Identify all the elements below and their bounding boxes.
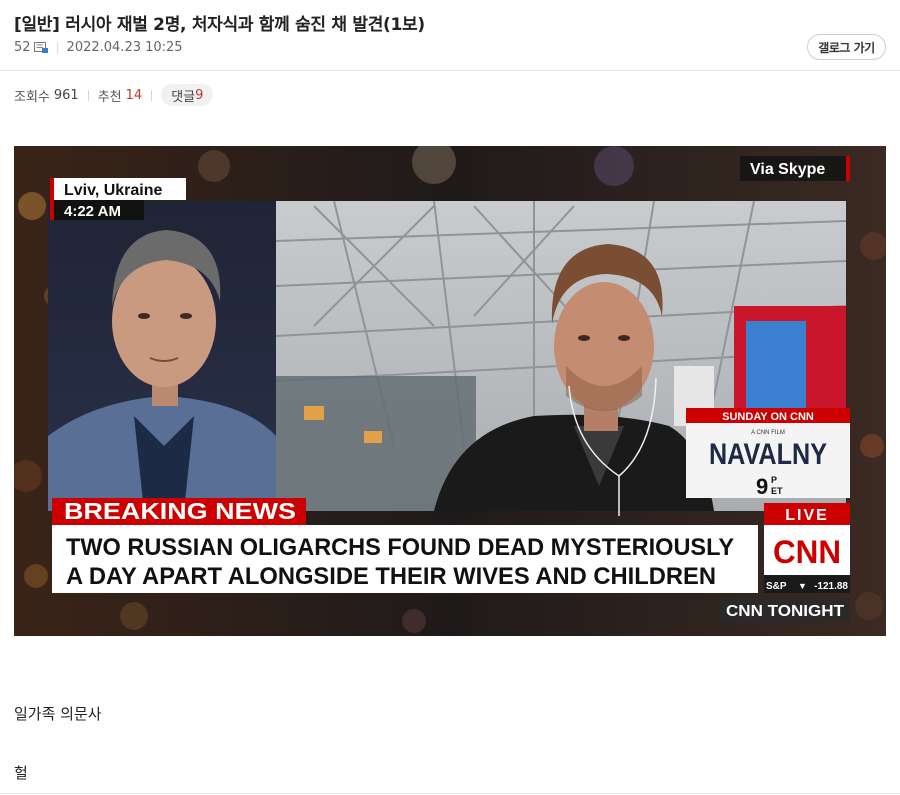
promo-small-label: A CNN FILM <box>751 430 785 436</box>
comments-count: 9 <box>195 87 204 103</box>
location-label: Lviv, Ukraine <box>64 182 163 199</box>
memo-count: 52 <box>14 40 31 55</box>
gallog-button[interactable]: 갤로그 가기 <box>807 34 886 60</box>
recommend-count: 14 <box>125 87 143 103</box>
comments-label: 댓글 <box>171 89 196 105</box>
post-datetime: 2022.04.23 10:25 <box>66 40 183 55</box>
comments-button[interactable]: 댓글 9 <box>161 84 214 106</box>
show-name-label: CNN TONIGHT <box>726 603 844 620</box>
recommend-label: 추천 <box>97 89 122 105</box>
post-header: [일반] 러시아 재벌 2명, 처자식과 함께 숨진 채 발견(1보) 52 2… <box>0 0 900 71</box>
promo-time-p: P <box>771 475 777 485</box>
content-line-2: 헐 <box>14 764 28 782</box>
live-label: LIVE <box>785 507 829 524</box>
breaking-news-label: BREAKING NEWS <box>64 498 296 524</box>
headline-line-2: A DAY APART ALONGSIDE THEIR WIVES AND CH… <box>66 563 716 590</box>
views-label: 조회수 <box>14 89 50 105</box>
post-title: [일반] 러시아 재벌 2명, 처자식과 함께 숨진 채 발견(1보) <box>14 15 425 35</box>
promo-top-label: SUNDAY ON CNN <box>722 411 814 423</box>
stats-divider <box>151 89 153 101</box>
via-skype-label: Via Skype <box>750 161 825 178</box>
content-divider <box>0 793 900 794</box>
news-screenshot-image: Lviv, Ukraine 4:22 AM Via Skype SUNDAY O… <box>14 146 886 636</box>
time-label: 4:22 AM <box>64 203 121 220</box>
content-line-1: 일가족 의문사 <box>14 705 102 723</box>
post-stats: 조회수 961 추천 14 댓글 9 <box>14 84 214 106</box>
promo-time-et: ET <box>771 486 783 496</box>
post-meta: 52 2022.04.23 10:25 <box>14 40 183 55</box>
ticker-label: S&P <box>766 581 787 592</box>
ticker-value: -121.88 <box>814 581 848 592</box>
ticker-arrow: ▼ <box>798 581 807 591</box>
stats-divider <box>87 89 89 101</box>
cnn-logo: CNN <box>773 534 841 570</box>
views-count: 961 <box>53 87 79 103</box>
headline-line-1: TWO RUSSIAN OLIGARCHS FOUND DEAD MYSTERI… <box>66 534 734 561</box>
memo-icon[interactable] <box>33 42 48 53</box>
promo-title: NAVALNY <box>709 438 827 471</box>
promo-time-num: 9 <box>756 474 768 499</box>
meta-divider <box>56 41 58 54</box>
